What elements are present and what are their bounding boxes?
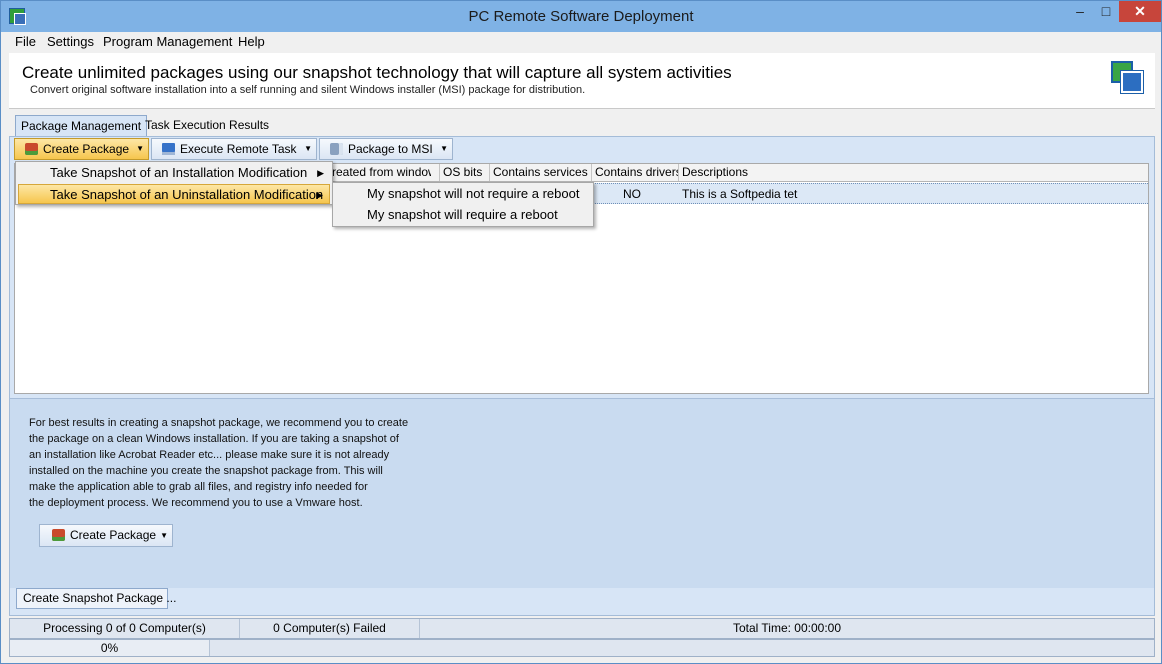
cell-description: This is a Softpedia tet [682,187,798,201]
window-title: PC Remote Software Deployment [468,8,694,25]
info-text-line: the package on a clean Windows installat… [29,433,399,445]
chevron-down-icon[interactable]: ▼ [440,139,448,159]
info-panel: For best results in creating a snapshot … [10,398,1154,588]
close-button[interactable]: ✕ [1119,1,1161,22]
package-to-msi-button[interactable]: Package to MSI ▼ [319,138,453,160]
header-banner: Create unlimited packages using our snap… [9,53,1155,109]
status-processing: Processing 0 of 0 Computer(s) [10,619,240,638]
create-package-menu: Take Snapshot of an Installation Modific… [15,161,333,205]
execute-remote-task-label: Execute Remote Task [180,142,297,156]
reboot-submenu: My snapshot will not require a reboot My… [332,182,594,227]
deployment-logo-icon [1111,61,1145,95]
info-text-line: the deployment process. We recommend you… [29,497,363,509]
menu-help[interactable]: Help [238,34,265,49]
chevron-down-icon[interactable]: ▼ [304,139,312,159]
maximize-button[interactable]: □ [1093,1,1119,22]
computer-icon [162,143,175,155]
chevron-down-icon[interactable]: ▼ [136,139,144,159]
tab-package-management[interactable]: Package Management [15,115,148,137]
info-text-line: an installation like Acrobat Reader etc.… [29,449,390,461]
title-bar[interactable]: PC Remote Software Deployment – □ ✕ [1,1,1161,32]
menu-item-label: Take Snapshot of an Uninstallation Modif… [50,187,324,202]
package-icon [52,529,65,541]
msi-icon [330,143,343,155]
app-window: PC Remote Software Deployment – □ ✕ File… [0,0,1162,664]
column-contains-drivers[interactable]: Contains drivers [591,164,678,181]
column-os-bits[interactable]: OS bits [439,164,489,181]
create-package-label: Create Package [70,528,157,542]
package-icon [25,143,38,155]
cell-contains-drivers: NO [623,187,641,201]
chevron-right-icon: ▶ [317,168,324,178]
menu-file[interactable]: File [15,34,36,49]
create-package-label: Create Package [43,142,130,156]
tab-task-execution-results[interactable]: Task Execution Results [140,115,274,137]
info-text-line: For best results in creating a snapshot … [29,417,409,429]
minimize-button[interactable]: – [1067,1,1093,22]
tab-create-snapshot-package[interactable]: Create Snapshot Package ... [16,588,176,609]
banner-headline: Create unlimited packages using our snap… [22,63,732,82]
status-total-time: Total Time: 00:00:00 [732,621,842,635]
progress-text: 0% [10,640,210,656]
progress-bar: 0% [9,639,1155,657]
status-failed: 0 Computer(s) Failed [240,619,420,638]
package-to-msi-label: Package to MSI [348,142,433,156]
menu-item-reboot[interactable]: My snapshot will require a reboot [335,205,591,225]
column-created-from-windows[interactable]: reated from windows [328,164,431,181]
create-package-button[interactable]: Create Package ▼ [14,138,149,160]
column-contains-services[interactable]: Contains services [489,164,590,181]
menu-item-installation-modification[interactable]: Take Snapshot of an Installation Modific… [18,163,330,183]
menu-item-uninstallation-modification[interactable]: Take Snapshot of an Uninstallation Modif… [18,184,330,204]
column-descriptions[interactable]: Descriptions [678,164,1148,181]
menu-item-label: Take Snapshot of an Installation Modific… [50,165,308,180]
menu-program-management[interactable]: Program Management [103,34,232,49]
status-bar: Processing 0 of 0 Computer(s) 0 Computer… [9,618,1155,639]
banner-subtitle: Convert original software installation i… [30,84,586,96]
execute-remote-task-button[interactable]: Execute Remote Task ▼ [151,138,317,160]
info-text-line: make the application able to grab all fi… [29,481,368,493]
menu-item-no-reboot[interactable]: My snapshot will not require a reboot [335,184,591,204]
create-package-secondary-button[interactable]: Create Package ▼ [39,524,173,547]
menu-bar: File Settings Program Management Help [1,32,1161,52]
chevron-down-icon[interactable]: ▼ [160,525,168,546]
info-text-line: installed on the machine you create the … [29,465,383,477]
menu-settings[interactable]: Settings [47,34,94,49]
chevron-right-icon: ▶ [316,190,323,200]
